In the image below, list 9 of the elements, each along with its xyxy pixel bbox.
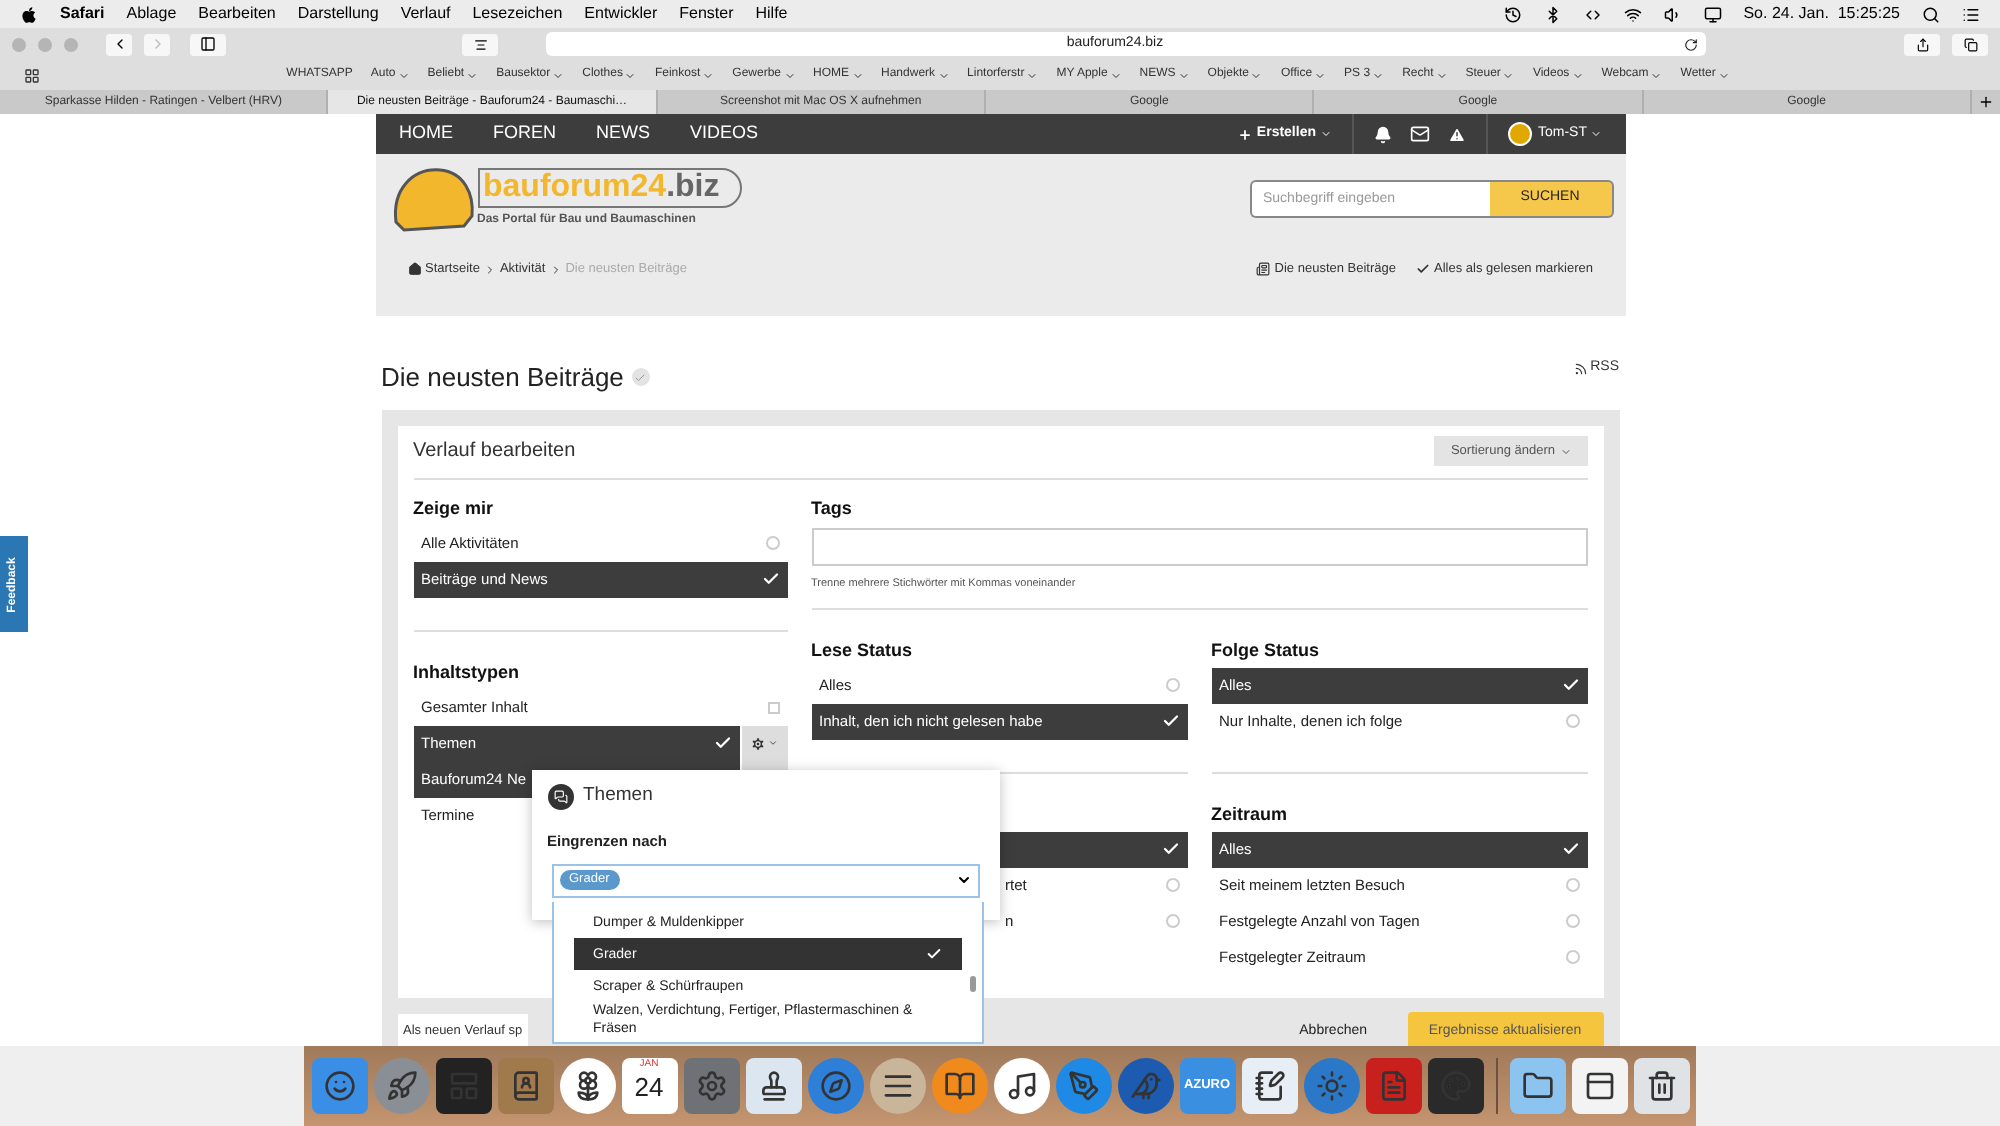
page-title: Die neusten Beiträge — [381, 360, 624, 396]
section-heading: Inhaltstypen — [413, 659, 522, 686]
section-heading: Tags — [811, 495, 854, 522]
popup-title: Themen — [583, 782, 653, 810]
section-heading: Zeitraum — [1211, 802, 1290, 828]
section-heading: Lese Status — [811, 638, 915, 664]
card-title: Verlauf bearbeiten — [413, 438, 576, 466]
section-heading: Folge Status — [1211, 638, 1322, 664]
section-heading: Zeige mir — [413, 495, 496, 522]
